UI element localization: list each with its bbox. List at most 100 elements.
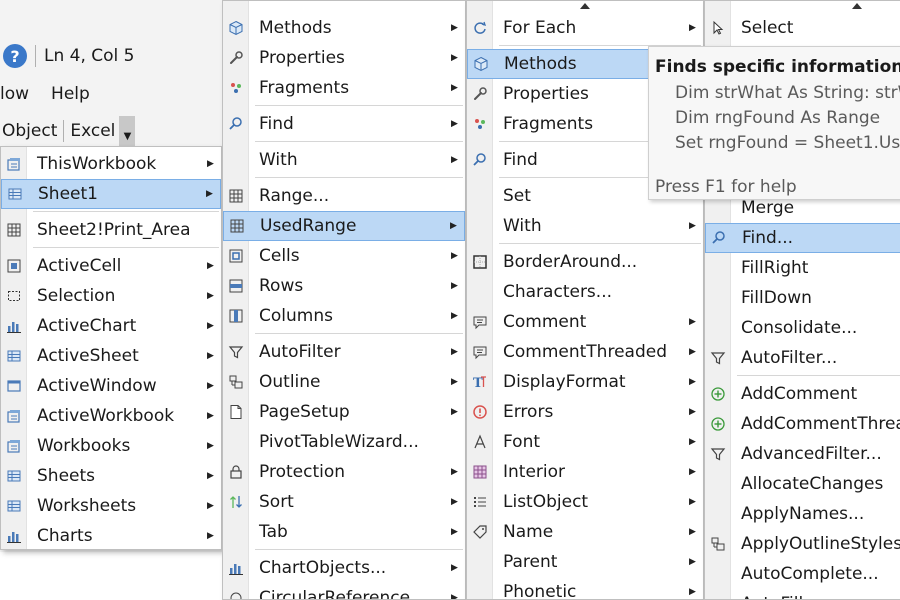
menu-item-comment[interactable]: Comment ▶ [467, 307, 703, 337]
menu-item-icon-slot [705, 313, 731, 343]
menu-item-font[interactable]: Font ▶ [467, 427, 703, 457]
menu-item-activewindow[interactable]: ActiveWindow ▶ [1, 371, 221, 401]
menu-item-range[interactable]: Range... [223, 181, 465, 211]
menu-item-pagesetup[interactable]: PageSetup ▶ [223, 397, 465, 427]
menu-item-tab[interactable]: Tab ▶ [223, 517, 465, 547]
scroll-up-icon[interactable] [580, 3, 590, 9]
menu-item-interior[interactable]: Interior ▶ [467, 457, 703, 487]
menu-item-outline[interactable]: Outline ▶ [223, 367, 465, 397]
cube-icon [223, 13, 249, 43]
menu-item-circularreference[interactable]: CircularReference ▶ [223, 583, 465, 599]
scroll-up-icon[interactable] [852, 3, 862, 9]
submenu-arrow-icon: ▶ [451, 467, 458, 477]
menu-item-with[interactable]: With ▶ [223, 145, 465, 175]
menu-item-addcommentthreaded[interactable]: AddCommentThreaded [705, 409, 900, 439]
menu-item-pivottablewizard[interactable]: PivotTableWizard... [223, 427, 465, 457]
menu-item-displayformat[interactable]: T DisplayFormat ▶ [467, 367, 703, 397]
submenu-arrow-icon: ▶ [451, 347, 458, 357]
menu-item-charts[interactable]: Charts ▶ [1, 521, 221, 549]
submenu-arrow-icon: ▶ [689, 587, 696, 597]
menu-item-methods[interactable]: Methods ▶ [223, 13, 465, 43]
submenu-arrow-icon: ▶ [451, 497, 458, 507]
menu-item-usedrange[interactable]: UsedRange ▶ [223, 211, 465, 241]
menu-item-sheets[interactable]: Sheets ▶ [1, 461, 221, 491]
toolbar-excel[interactable]: Excel [70, 121, 115, 141]
sheet-icon [2, 179, 28, 209]
menu-item-autofilter[interactable]: AutoFilter ▶ [223, 337, 465, 367]
menu-item-find[interactable]: Find... [705, 223, 900, 253]
submenu-arrow-icon: ▶ [207, 321, 214, 331]
toolbar-object[interactable]: Object [2, 121, 57, 141]
submenu-arrow-icon: ▶ [207, 411, 214, 421]
menu-item-icon-slot [705, 559, 731, 589]
menu-item-errors[interactable]: Errors ▶ [467, 397, 703, 427]
menu-item-worksheets[interactable]: Worksheets ▶ [1, 491, 221, 521]
menu-item-consolidate[interactable]: Consolidate... [705, 313, 900, 343]
menu-item-activechart[interactable]: ActiveChart ▶ [1, 311, 221, 341]
menu-item-properties[interactable]: Properties ▶ [223, 43, 465, 73]
submenu-arrow-icon: ▶ [450, 221, 457, 231]
submenu-arrow-icon: ▶ [451, 23, 458, 33]
toolbar-dropdown-button[interactable]: ▼ [119, 116, 136, 146]
menu-item-label: Methods [259, 18, 332, 38]
menu-item-advancedfilter[interactable]: AdvancedFilter... [705, 439, 900, 469]
submenu-arrow-icon: ▶ [207, 441, 214, 451]
menu-item-icon-slot [223, 145, 249, 175]
menu-item-icon-slot [705, 589, 731, 599]
menu-item-parent[interactable]: Parent ▶ [467, 547, 703, 577]
range-icon [1, 215, 27, 245]
menu-item-select[interactable]: Select [705, 13, 900, 43]
menu-item-name[interactable]: Name ▶ [467, 517, 703, 547]
menu-item-with[interactable]: With ▶ [467, 211, 703, 241]
help-icon[interactable]: ? [3, 44, 27, 68]
menu-item-workbooks[interactable]: Workbooks ▶ [1, 431, 221, 461]
menu-item-label: Find [259, 114, 294, 134]
menu-item-label: Sheet1 [38, 184, 98, 204]
menu-item-cells[interactable]: Cells ▶ [223, 241, 465, 271]
menu-item-fragments[interactable]: Fragments ▶ [223, 73, 465, 103]
menu-item-borderaround[interactable]: BorderAround... [467, 247, 703, 277]
menu-item-listobject[interactable]: ListObject ▶ [467, 487, 703, 517]
add-icon [705, 379, 731, 409]
menu-item-autofill[interactable]: AutoFill... [705, 589, 900, 599]
menu-item-sheet2-print-area[interactable]: Sheet2!Print_Area [1, 215, 221, 245]
submenu-arrow-icon: ▶ [451, 83, 458, 93]
menu-item-rows[interactable]: Rows ▶ [223, 271, 465, 301]
menu-item-autofilter[interactable]: AutoFilter... [705, 343, 900, 373]
menu-item-columns[interactable]: Columns ▶ [223, 301, 465, 331]
menu-item-sort[interactable]: Sort ▶ [223, 487, 465, 517]
list-icon [467, 487, 493, 517]
sort-icon [223, 487, 249, 517]
menu-item-phonetic[interactable]: Phonetic ▶ [467, 577, 703, 599]
menu-item-protection[interactable]: Protection ▶ [223, 457, 465, 487]
menu-item-commentthreaded[interactable]: CommentThreaded ▶ [467, 337, 703, 367]
menu-item-fillright[interactable]: FillRight [705, 253, 900, 283]
menu-item-thisworkbook[interactable]: ThisWorkbook ▶ [1, 149, 221, 179]
menu-item-activecell[interactable]: ActiveCell ▶ [1, 251, 221, 281]
menu-item-characters[interactable]: Characters... [467, 277, 703, 307]
menu-item-applyoutlinestyles[interactable]: ApplyOutlineStyles [705, 529, 900, 559]
menu-item-applynames[interactable]: ApplyNames... [705, 499, 900, 529]
chart-icon [1, 311, 27, 341]
cursor-position: Ln 4, Col 5 [44, 46, 135, 66]
menu-item-activeworkbook[interactable]: ActiveWorkbook ▶ [1, 401, 221, 431]
menu-item-filldown[interactable]: FillDown [705, 283, 900, 313]
menu-item-label: AutoFilter [259, 342, 341, 362]
menu-item-autocomplete[interactable]: AutoComplete... [705, 559, 900, 589]
menu-window[interactable]: low [0, 84, 29, 104]
menu-item-for-each[interactable]: For Each ▶ [467, 13, 703, 43]
menu-item-chartobjects[interactable]: ChartObjects... ▶ [223, 553, 465, 583]
range-icon [223, 181, 249, 211]
menu-item-label: Sheets [37, 466, 96, 486]
menu-item-selection[interactable]: Selection ▶ [1, 281, 221, 311]
menu-help[interactable]: Help [51, 84, 90, 104]
menu-item-addcomment[interactable]: AddComment [705, 379, 900, 409]
outline-icon [705, 529, 731, 559]
menu-item-activesheet[interactable]: ActiveSheet ▶ [1, 341, 221, 371]
submenu-arrow-icon: ▶ [207, 261, 214, 271]
menu-item-allocatechanges[interactable]: AllocateChanges [705, 469, 900, 499]
menu-item-find[interactable]: Find ▶ [223, 109, 465, 139]
submenu-arrow-icon: ▶ [451, 281, 458, 291]
submenu-arrow-icon: ▶ [689, 347, 696, 357]
menu-item-sheet1[interactable]: Sheet1 ▶ [1, 179, 221, 209]
